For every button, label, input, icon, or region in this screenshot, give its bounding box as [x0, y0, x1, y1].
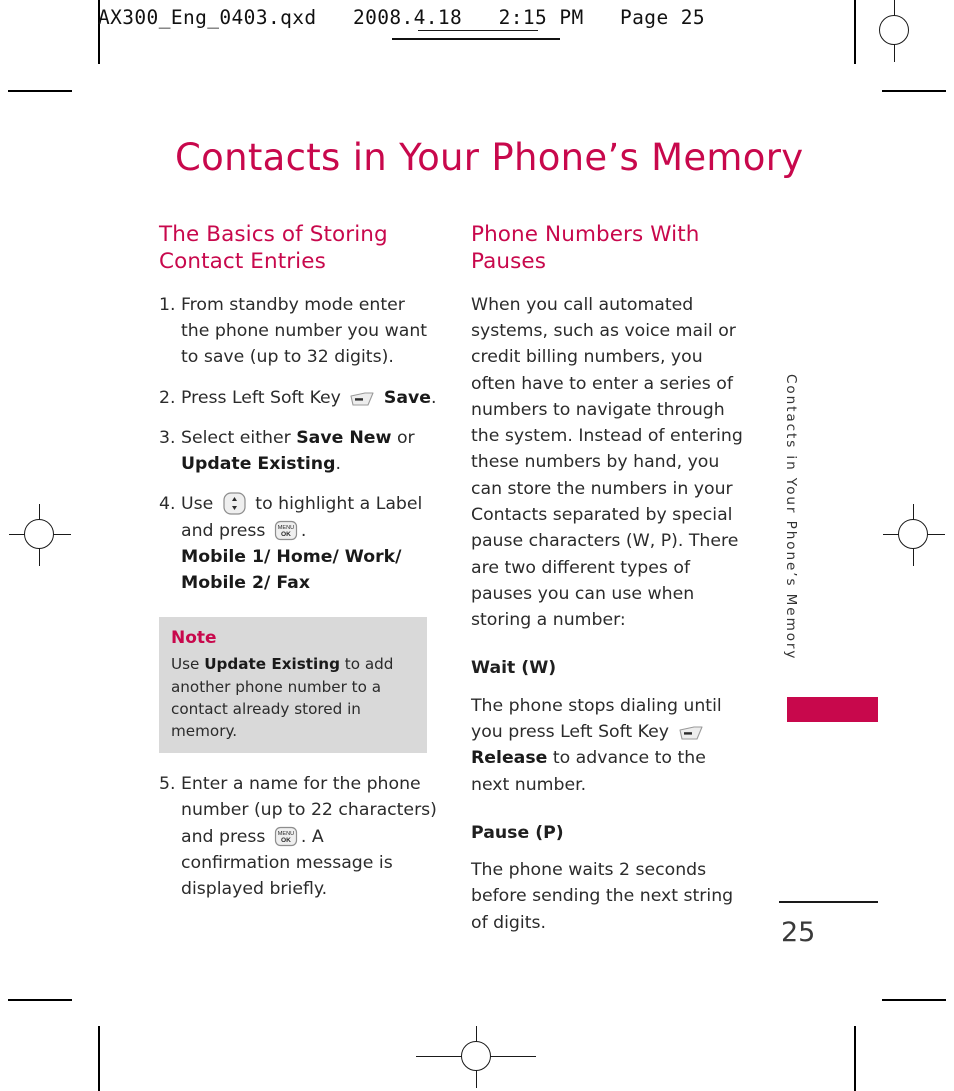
crop-mark-bottom-right-horizontal — [882, 999, 946, 1001]
printer-slug: AX300_Eng_0403.qxd 2008.4.18 2:15 PM Pag… — [98, 6, 705, 29]
menu-ok-key-icon: MENU OK — [274, 520, 297, 540]
step-5-text: Enter a name for the phone number (up to… — [181, 771, 437, 902]
step-1-number: 1. — [159, 294, 176, 315]
chapter-tab-marker — [787, 697, 878, 722]
svg-text:OK: OK — [281, 531, 291, 538]
navigation-updown-key-icon — [223, 492, 246, 516]
note-title: Note — [171, 627, 217, 648]
step-2-text-after: . — [431, 387, 437, 408]
note-body: Use Update Existing to add another phone… — [171, 653, 415, 742]
step-2: 2. Press Left Soft Key Save. — [159, 385, 437, 411]
step-4-text: Use to highlight a Label and press MENU … — [181, 491, 437, 596]
step-3-bold-update-existing: Update Existing — [181, 454, 336, 475]
section-heading-pauses: Phone Numbers With Pauses — [471, 222, 700, 274]
wait-paragraph: The phone stops dialing until you press … — [471, 693, 749, 798]
step-3: 3. Select either Save New or Update Exis… — [159, 425, 437, 478]
step-2-text-before: Press Left Soft Key — [181, 387, 341, 408]
subheading-wait: Wait (W) — [471, 658, 557, 679]
step-5-number: 5. — [159, 774, 176, 795]
note-bold-update-existing: Update Existing — [204, 655, 340, 674]
step-3-number: 3. — [159, 427, 176, 448]
pauses-intro-paragraph: When you call automated systems, such as… — [471, 294, 743, 631]
crop-mark-top-right-vertical — [854, 0, 856, 64]
crop-mark-bottom-left-horizontal — [8, 999, 72, 1001]
step-3-text-after: . — [335, 454, 341, 475]
right-column: Phone Numbers With Pauses When you call … — [471, 222, 749, 936]
registration-mark-left — [9, 504, 71, 566]
svg-text:MENU: MENU — [278, 525, 294, 531]
step-5: 5. Enter a name for the phone number (up… — [159, 771, 437, 902]
registration-mark-bottom — [416, 1026, 536, 1088]
step-3-text: Select either Save New or Update Existin… — [181, 425, 437, 478]
wait-bold-release: Release — [471, 748, 548, 769]
step-4-text-before: Use — [181, 494, 214, 515]
note-box: Note Use Update Existing to add another … — [159, 616, 427, 754]
crop-mark-bottom-right-vertical — [854, 1026, 856, 1091]
step-4-labels-line-1: Mobile 1/ Home/ Work/ — [181, 547, 402, 567]
subheading-pause: Pause (P) — [471, 822, 564, 843]
step-1: 1. From standby mode enter the phone num… — [159, 292, 437, 371]
step-2-text: Press Left Soft Key Save. — [181, 385, 437, 411]
step-4: 4. Use to highlight a Label and press ME… — [159, 491, 437, 596]
step-2-bold-save: Save — [383, 387, 431, 408]
left-soft-key-icon — [678, 726, 703, 740]
pause-paragraph: The phone waits 2 seconds before sending… — [471, 860, 734, 933]
crop-mark-top-right-horizontal — [882, 90, 946, 92]
step-3-text-before: Select either — [181, 427, 291, 448]
note-text-before: Use — [171, 655, 200, 674]
printer-slug-rule — [392, 38, 560, 40]
crop-mark-bottom-left-vertical — [98, 1026, 100, 1091]
svg-text:MENU: MENU — [278, 831, 294, 837]
svg-text:OK: OK — [281, 837, 291, 844]
menu-ok-key-icon: MENU OK — [274, 826, 297, 846]
page-number: 25 — [781, 917, 816, 948]
step-4-number: 4. — [159, 494, 176, 515]
step-3-bold-save-new: Save New — [296, 427, 392, 448]
crop-mark-top-left-horizontal — [8, 90, 72, 92]
left-soft-key-icon — [350, 392, 374, 406]
running-head: Contacts in Your Phone’s Memory — [783, 374, 799, 661]
step-2-number: 2. — [159, 387, 176, 408]
step-1-text: From standby mode enter the phone number… — [181, 294, 428, 368]
registration-mark-right — [883, 504, 945, 566]
section-heading-basics: The Basics of Storing Contact Entries — [159, 222, 388, 274]
page-title: Contacts in Your Phone’s Memory — [175, 136, 804, 179]
step-4-labels-line-2: Mobile 2/ Fax — [181, 573, 310, 594]
step-3-text-mid: or — [396, 427, 415, 448]
left-column: The Basics of Storing Contact Entries 1.… — [159, 222, 437, 917]
step-4-text-after: . — [300, 520, 307, 541]
folio-rule — [779, 901, 878, 903]
